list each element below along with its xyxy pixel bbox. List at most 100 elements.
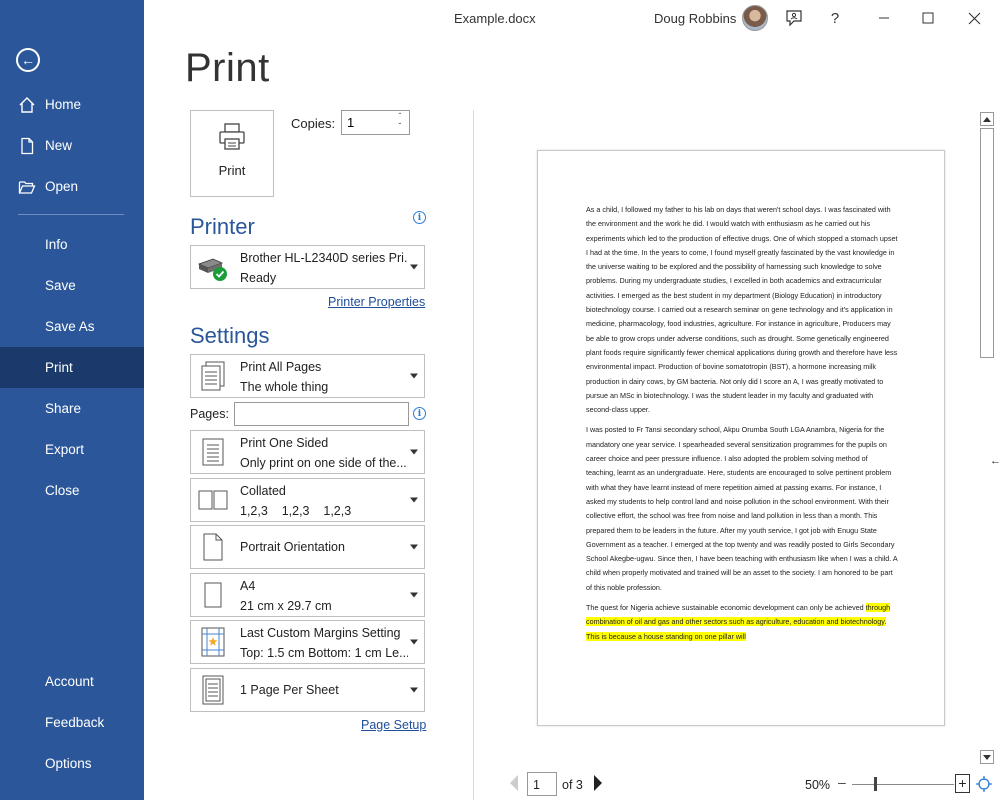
sidebar-item-open[interactable]: Open <box>0 166 144 207</box>
chevron-down-icon <box>410 449 418 455</box>
spin-down-icon[interactable]: ˇ <box>394 122 406 132</box>
sidebar-item-info[interactable]: Info <box>0 224 144 265</box>
sidebar-item-options[interactable]: Options <box>0 743 144 784</box>
collation-dropdown[interactable]: Collated 1,2,3 1,2,3 1,2,3 <box>190 478 425 522</box>
preview-text: As a child, I followed my father to his … <box>586 203 898 650</box>
sidebar-item-export[interactable]: Export <box>0 429 144 470</box>
preview-paragraph: I was posted to Fr Tansi secondary schoo… <box>586 425 898 592</box>
scroll-down-icon[interactable] <box>980 750 994 764</box>
zoom-out-icon[interactable]: – <box>838 774 846 790</box>
folder-open-icon <box>18 178 38 196</box>
orientation-dropdown[interactable]: Portrait Orientation <box>190 525 425 569</box>
collated-icon <box>196 483 230 517</box>
zoom-slider-thumb[interactable] <box>874 777 877 791</box>
info-icon[interactable]: i <box>413 407 426 420</box>
page-number-input[interactable]: 1 <box>527 772 557 796</box>
sidebar-item-label: Home <box>45 97 82 112</box>
sidebar-item-label: Info <box>45 237 68 252</box>
zoom-to-page-icon[interactable] <box>975 775 993 793</box>
sidebar-item-label: Open <box>45 179 79 194</box>
zoom-in-icon[interactable]: + <box>955 774 970 793</box>
next-page-icon[interactable] <box>594 775 602 791</box>
sidebar-item-new[interactable]: New <box>0 125 144 166</box>
margins-dropdown[interactable]: Last Custom Margins Setting Top: 1.5 cm … <box>190 620 425 664</box>
title-bar: Example.docx Doug Robbins ? <box>144 0 999 36</box>
pages-input[interactable] <box>234 402 409 426</box>
minimize-icon[interactable] <box>874 8 894 28</box>
zoom-slider-track[interactable] <box>852 784 954 785</box>
sidebar-item-print[interactable]: Print <box>0 347 144 388</box>
sides-desc: Only print on one side of the... <box>240 456 407 470</box>
chevron-down-icon <box>410 592 418 598</box>
chevron-down-icon <box>410 639 418 645</box>
feedback-smiley-icon[interactable] <box>784 8 804 28</box>
printer-properties-link[interactable]: Printer Properties <box>328 295 425 309</box>
sidebar-item-label: New <box>45 138 73 153</box>
preview-paragraph: The quest for Nigeria achieve sustainabl… <box>586 601 898 644</box>
print-range-dropdown[interactable]: Print All Pages The whole thing <box>190 354 425 398</box>
copies-spin-buttons[interactable]: ˆ ˇ <box>394 112 406 132</box>
paper-size-desc: 21 cm x 29.7 cm <box>240 599 332 613</box>
print-button[interactable]: Print <box>190 110 274 197</box>
new-document-icon <box>18 137 38 155</box>
sidebar-item-label: Save <box>45 278 76 293</box>
page-title: Print <box>185 46 270 90</box>
scroll-up-icon[interactable] <box>980 112 994 126</box>
sidebar-item-share[interactable]: Share <box>0 388 144 429</box>
sidebar-item-label: Save As <box>45 319 95 334</box>
sidebar-item-feedback[interactable]: Feedback <box>0 702 144 743</box>
home-icon <box>18 96 38 114</box>
page-count-label: of 3 <box>562 778 583 792</box>
paper-size-dropdown[interactable]: A4 21 cm x 29.7 cm <box>190 573 425 617</box>
collation-desc: 1,2,3 1,2,3 1,2,3 <box>240 504 352 518</box>
close-icon[interactable] <box>964 8 984 28</box>
sides-dropdown[interactable]: Print One Sided Only print on one side o… <box>190 430 425 474</box>
sidebar-item-label: Feedback <box>45 715 105 730</box>
pages-per-sheet-dropdown[interactable]: 1 Page Per Sheet <box>190 668 425 712</box>
margins-desc: Top: 1.5 cm Bottom: 1 cm Le... <box>240 646 408 660</box>
info-icon[interactable]: i <box>413 211 426 224</box>
custom-margins-icon <box>196 625 230 659</box>
orientation-title: Portrait Orientation <box>240 540 345 554</box>
pages-label: Pages: <box>190 407 229 421</box>
printer-name: Brother HL-L2340D series Pri... <box>240 251 408 265</box>
copies-stepper[interactable]: ˆ ˇ <box>341 110 410 135</box>
sidebar-item-home[interactable]: Home <box>0 84 144 125</box>
sidebar-item-save-as[interactable]: Save As <box>0 306 144 347</box>
print-range-title: Print All Pages <box>240 360 322 374</box>
chevron-down-icon <box>410 687 418 693</box>
chevron-down-icon <box>410 373 418 379</box>
zoom-level[interactable]: 50% <box>805 778 830 792</box>
printer-ready-icon <box>196 250 230 284</box>
help-icon[interactable]: ? <box>825 8 845 28</box>
sidebar-item-label: Account <box>45 674 94 689</box>
previous-page-icon[interactable] <box>510 775 518 791</box>
sidebar-item-save[interactable]: Save <box>0 265 144 306</box>
maximize-icon[interactable] <box>918 8 938 28</box>
sidebar-item-close[interactable]: Close <box>0 470 144 511</box>
preview-scrollbar[interactable] <box>979 110 995 770</box>
portrait-page-icon <box>196 530 230 564</box>
sidebar-item-account[interactable]: Account <box>0 661 144 702</box>
paper-size-icon <box>196 578 230 612</box>
resize-cursor-icon: ← <box>990 455 999 467</box>
back-arrow-icon[interactable]: ← <box>16 48 40 72</box>
spin-up-icon[interactable]: ˆ <box>394 112 406 122</box>
print-range-desc: The whole thing <box>240 380 329 394</box>
copies-input[interactable] <box>342 111 386 134</box>
user-name[interactable]: Doug Robbins <box>654 11 736 26</box>
avatar[interactable] <box>742 5 768 31</box>
sidebar-item-label: Export <box>45 442 85 457</box>
scrollbar-thumb[interactable] <box>980 128 994 358</box>
sidebar-item-label: Options <box>45 756 92 771</box>
sidebar-divider <box>18 214 124 215</box>
collation-title: Collated <box>240 484 286 498</box>
page-setup-link[interactable]: Page Setup <box>361 718 426 732</box>
sidebar-item-label: Share <box>45 401 82 416</box>
panel-divider <box>473 110 474 800</box>
preview-text-plain: The quest for Nigeria achieve sustainabl… <box>586 603 866 613</box>
printer-dropdown[interactable]: Brother HL-L2340D series Pri... Ready <box>190 245 425 289</box>
preview-paragraph: As a child, I followed my father to his … <box>586 205 898 415</box>
one-sided-icon <box>196 435 230 469</box>
paper-size-title: A4 <box>240 579 256 593</box>
